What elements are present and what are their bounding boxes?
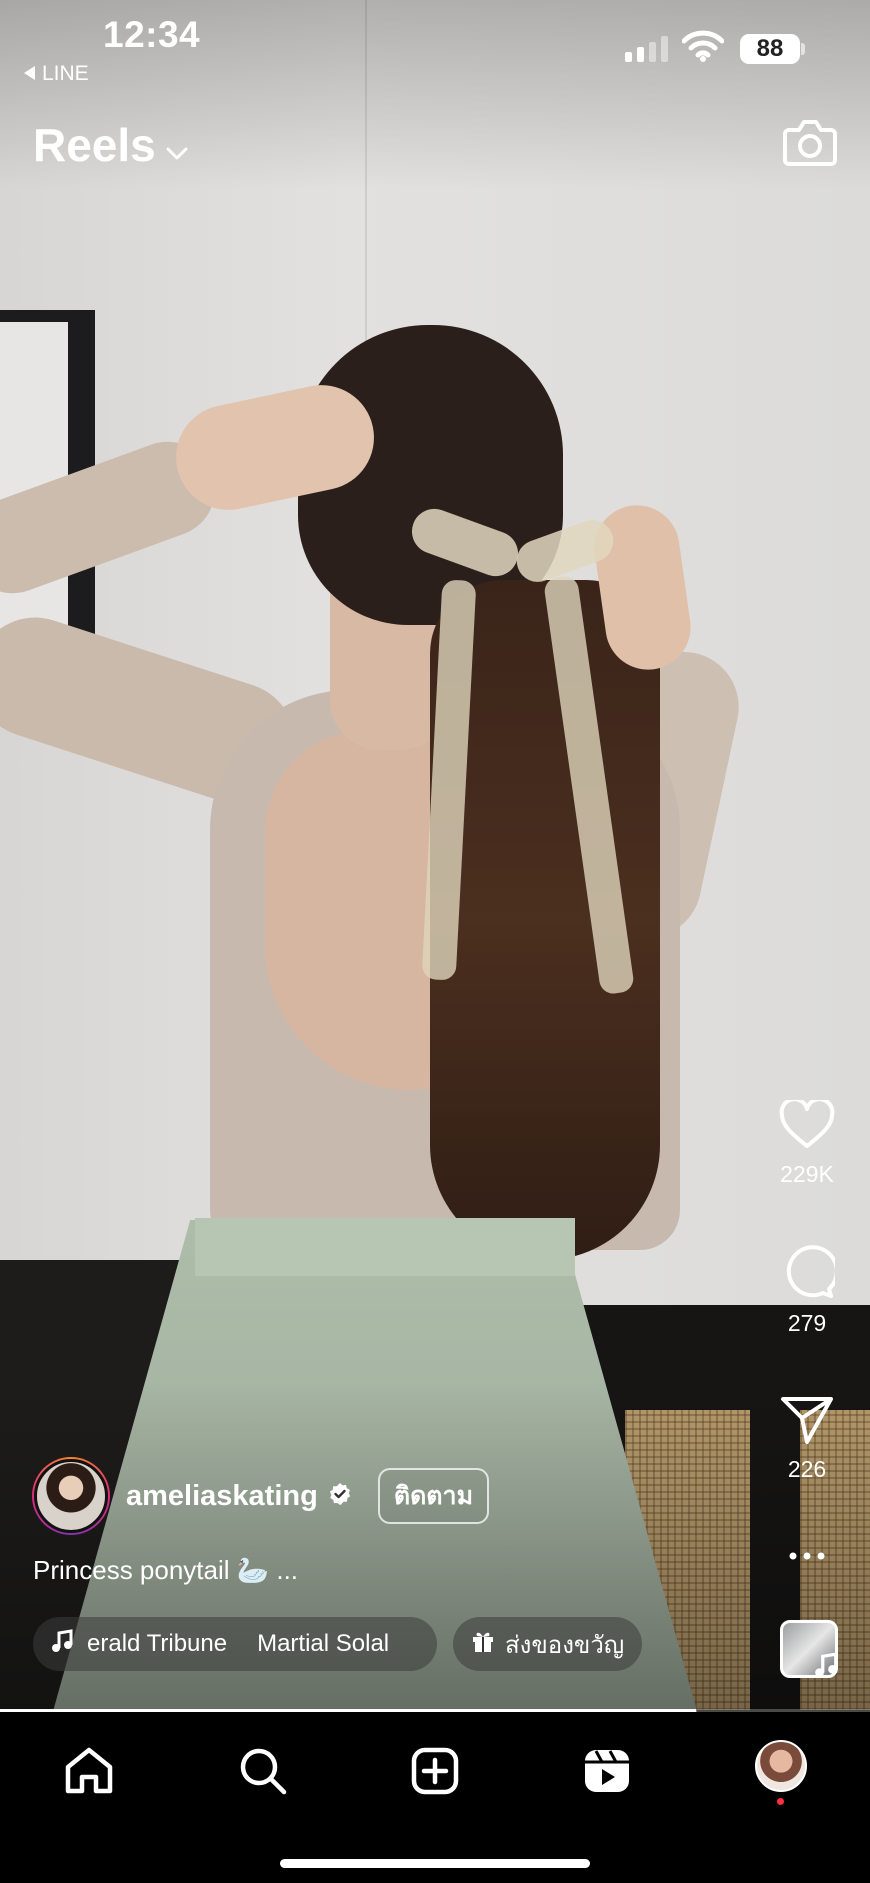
nav-home[interactable] xyxy=(64,1747,114,1800)
comment-icon xyxy=(779,1245,839,1303)
music-note-icon xyxy=(51,1628,73,1660)
more-horizontal-icon xyxy=(787,1548,827,1565)
status-time: 12:34 xyxy=(103,14,201,55)
reels-feed-selector[interactable]: Reels xyxy=(33,118,188,172)
like-action[interactable]: 229K xyxy=(770,1097,844,1188)
like-count: 229K xyxy=(780,1161,834,1187)
reel-video[interactable] xyxy=(0,0,870,1712)
more-options-button[interactable] xyxy=(770,1548,844,1566)
verified-badge-icon xyxy=(328,1482,352,1511)
nav-create[interactable] xyxy=(410,1747,460,1800)
send-icon xyxy=(780,1397,834,1449)
heart-icon xyxy=(779,1097,835,1154)
author-username[interactable]: ameliaskating xyxy=(126,1480,318,1513)
audio-track-title: erald Tribune xyxy=(87,1630,228,1657)
create-icon xyxy=(410,1747,460,1799)
home-indicator[interactable] xyxy=(280,1859,590,1868)
comment-count: 279 xyxy=(787,1310,827,1336)
follow-button[interactable]: ติดตาม xyxy=(377,1468,490,1524)
author-avatar-story-ring[interactable] xyxy=(32,1457,110,1535)
reels-icon xyxy=(582,1750,632,1799)
nav-profile-avatar[interactable] xyxy=(755,1740,807,1792)
chevron-down-icon xyxy=(166,118,188,172)
avatar xyxy=(34,1459,108,1533)
share-count: 226 xyxy=(787,1456,827,1482)
camera-button[interactable] xyxy=(783,118,837,171)
back-app-label: LINE xyxy=(42,62,89,85)
reels-screen: 12:34 LINE 88 Reels 229K 279 226 amelias… xyxy=(0,0,870,1883)
page-title: Reels xyxy=(33,119,156,171)
notification-dot xyxy=(777,1798,784,1805)
nav-search[interactable] xyxy=(238,1747,288,1800)
wifi-icon xyxy=(681,30,725,67)
cellular-signal-icon xyxy=(625,36,668,62)
send-gift-chip[interactable]: ส่งของขวัญ xyxy=(453,1617,643,1671)
share-action[interactable]: 226 xyxy=(770,1395,844,1483)
post-caption[interactable]: Princess ponytail 🦢 ... xyxy=(33,1555,298,1586)
post-author-row: ameliaskating ติดตาม xyxy=(32,1457,490,1535)
gift-icon xyxy=(471,1629,495,1660)
audio-artist-name: Martial Solal xyxy=(257,1630,390,1657)
nav-reels[interactable] xyxy=(582,1747,632,1800)
back-to-app-button[interactable]: LINE xyxy=(24,62,89,86)
home-icon xyxy=(64,1747,114,1799)
back-triangle-icon xyxy=(24,62,36,86)
bottom-navigation xyxy=(0,1712,870,1883)
audio-track-chip[interactable]: erald Tribune Martial Solal xyxy=(33,1617,437,1671)
search-icon xyxy=(238,1748,288,1799)
comment-action[interactable]: 279 xyxy=(770,1245,844,1337)
audio-note-icon xyxy=(813,1652,839,1683)
battery-cap xyxy=(801,43,805,55)
battery-indicator: 88 xyxy=(740,34,800,64)
gift-label: ส่งของขวัญ xyxy=(505,1631,625,1659)
camera-icon xyxy=(783,120,837,170)
